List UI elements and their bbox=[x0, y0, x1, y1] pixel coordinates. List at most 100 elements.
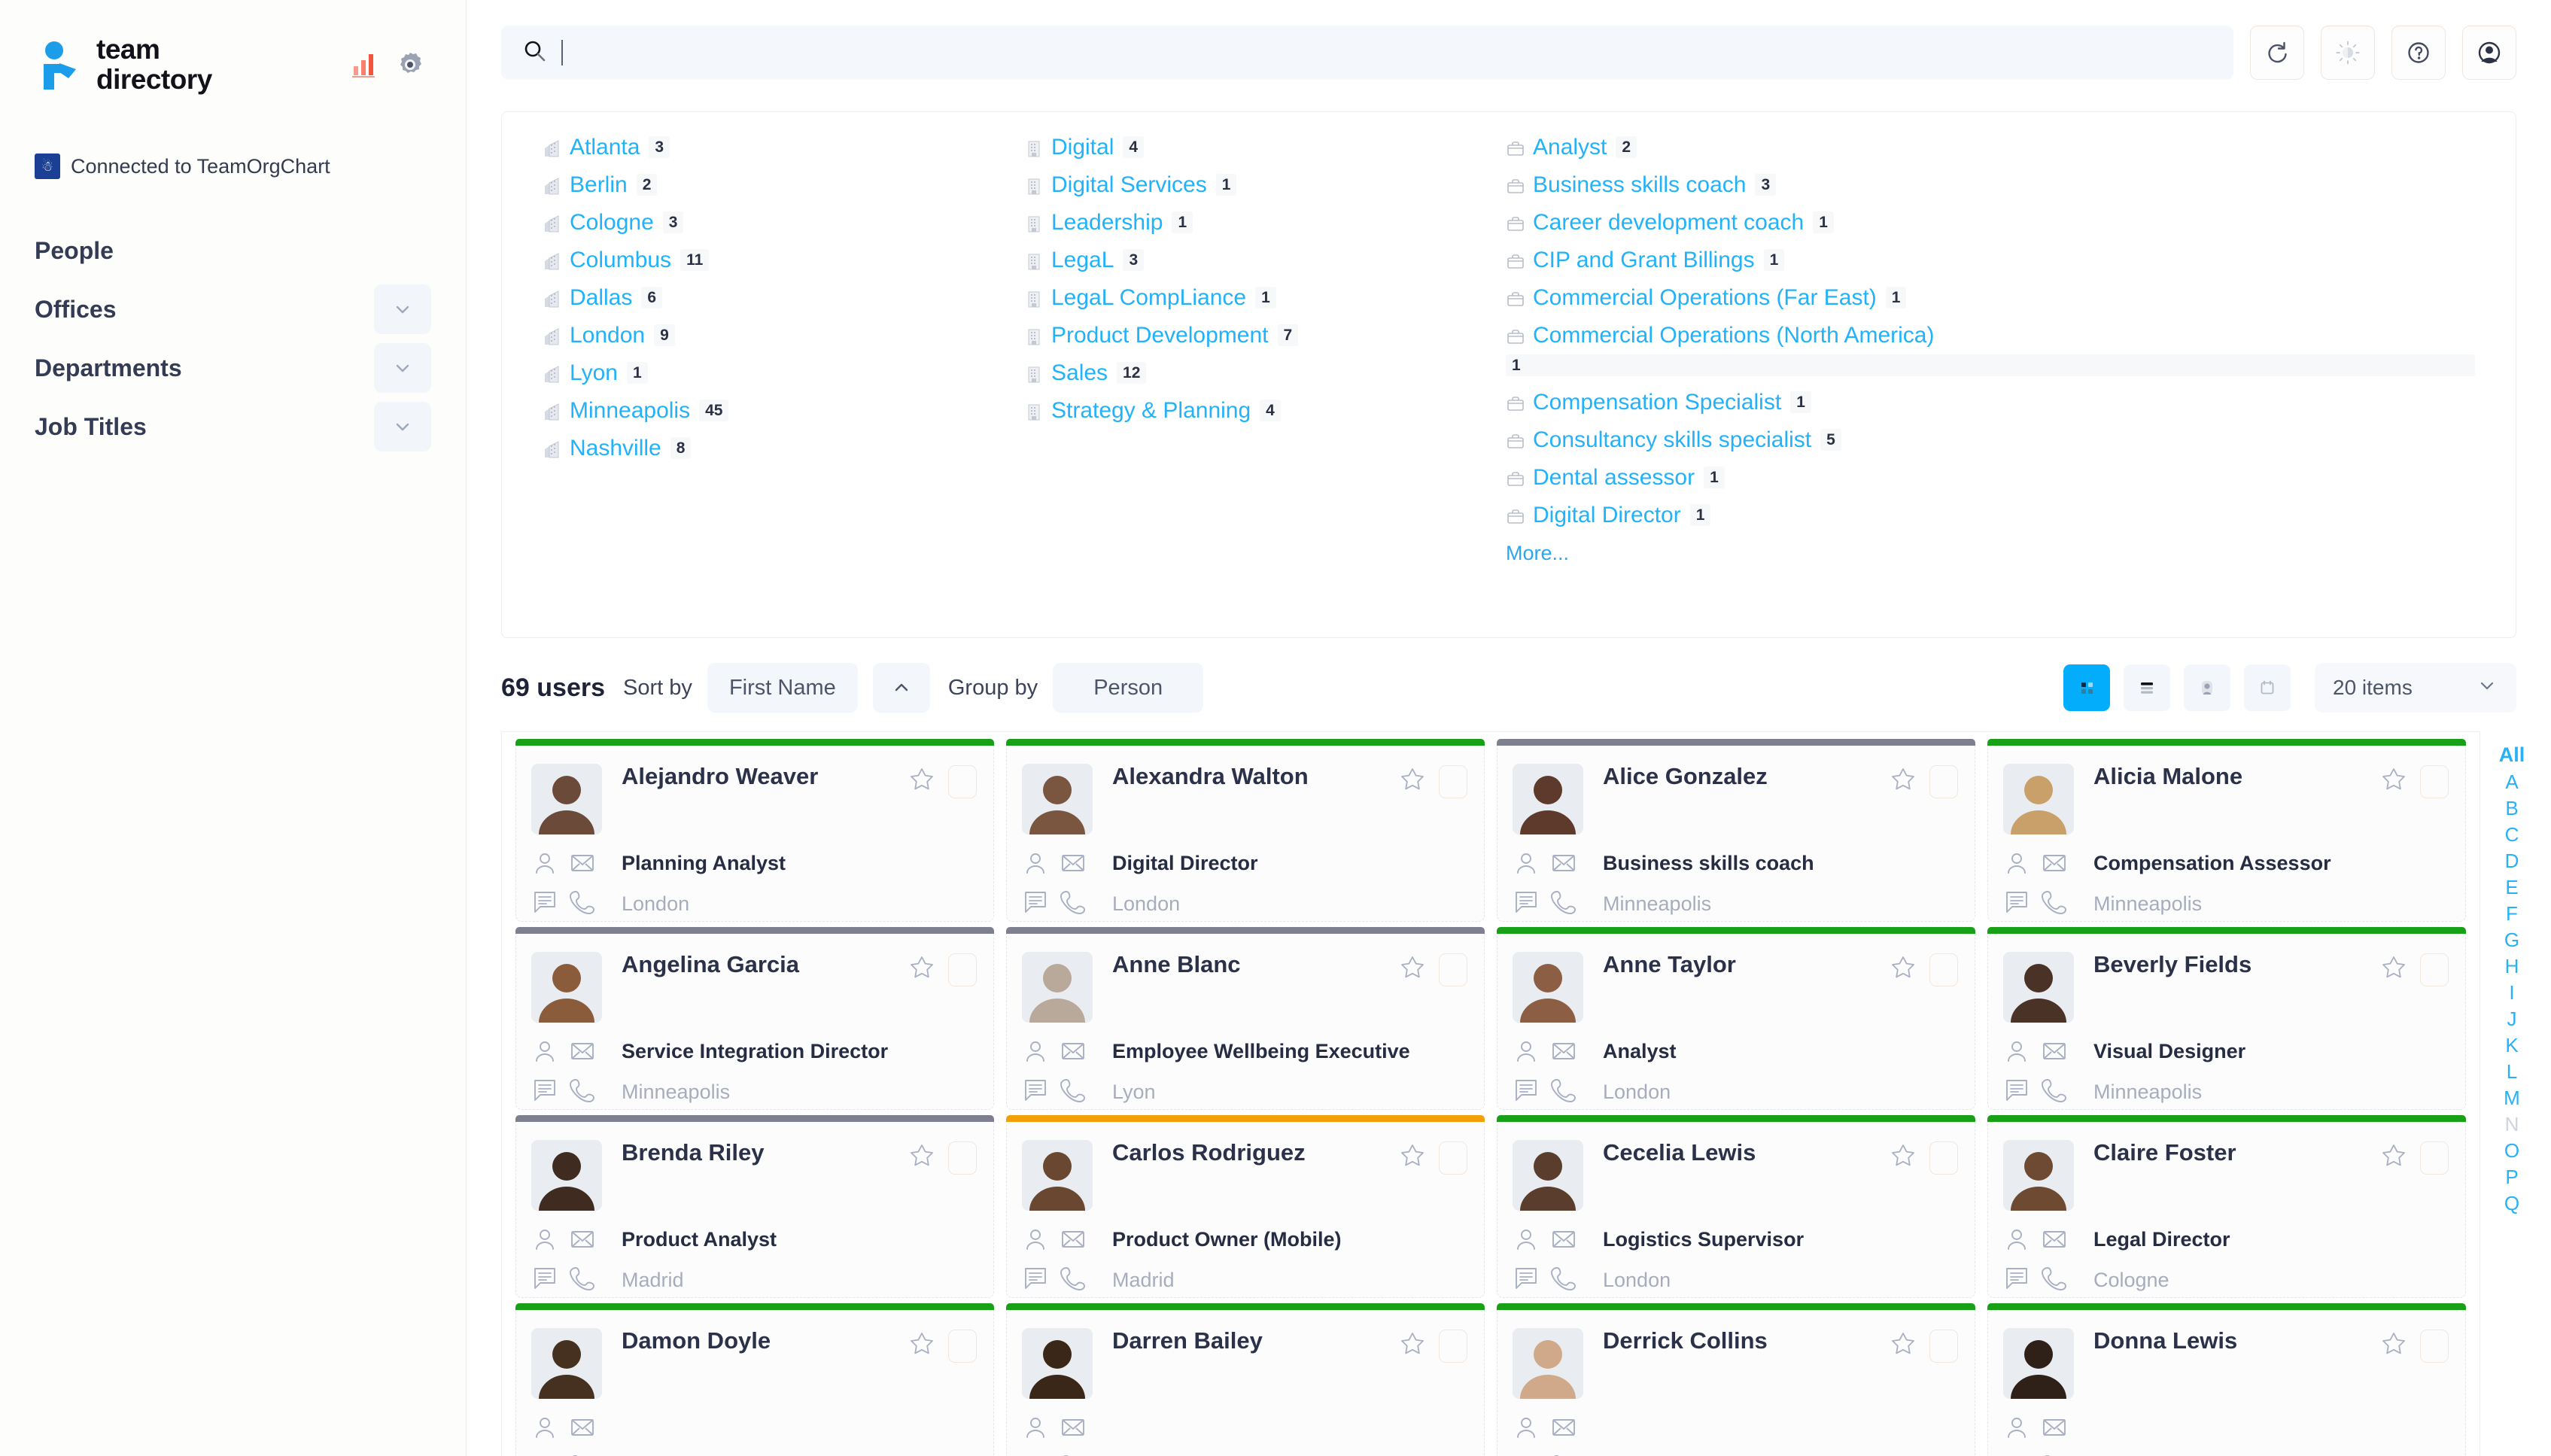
person-card[interactable]: Alicia Malone Compensation Assessor Minn… bbox=[1987, 739, 2466, 922]
profile-icon[interactable] bbox=[531, 1038, 558, 1068]
facet-item-department[interactable]: Leadership 1 bbox=[1024, 211, 1506, 234]
email-icon[interactable] bbox=[1550, 1038, 1577, 1068]
brand[interactable]: team directory bbox=[35, 30, 431, 99]
email-icon[interactable] bbox=[569, 1038, 596, 1068]
chat-icon[interactable] bbox=[1513, 888, 1540, 919]
chevron-down-icon[interactable] bbox=[374, 284, 431, 334]
chat-icon[interactable] bbox=[1513, 1264, 1540, 1295]
favorite-star-icon[interactable] bbox=[908, 953, 936, 982]
alpha-index-c[interactable]: C bbox=[2505, 825, 2519, 844]
phone-icon[interactable] bbox=[1060, 1264, 1087, 1295]
alpha-index-h[interactable]: H bbox=[2505, 956, 2519, 976]
favorite-star-icon[interactable] bbox=[2379, 1330, 2408, 1358]
select-checkbox[interactable] bbox=[2420, 1330, 2449, 1363]
select-checkbox[interactable] bbox=[1929, 1330, 1958, 1363]
email-icon[interactable] bbox=[1550, 1226, 1577, 1257]
profile-icon[interactable] bbox=[1022, 1038, 1049, 1068]
alpha-index-k[interactable]: K bbox=[2505, 1035, 2518, 1055]
email-icon[interactable] bbox=[569, 1226, 596, 1257]
page-size-select[interactable]: 20 items bbox=[2315, 663, 2516, 713]
email-icon[interactable] bbox=[1550, 1414, 1577, 1445]
phone-icon[interactable] bbox=[2041, 1452, 2068, 1456]
facet-item-department[interactable]: Sales 12 bbox=[1024, 362, 1506, 385]
phone-icon[interactable] bbox=[1060, 888, 1087, 919]
facet-item-department[interactable]: Digital 4 bbox=[1024, 136, 1506, 159]
email-icon[interactable] bbox=[1060, 850, 1087, 880]
profile-icon[interactable] bbox=[1022, 850, 1049, 880]
help-icon[interactable] bbox=[2391, 26, 2446, 80]
chat-icon[interactable] bbox=[2003, 888, 2030, 919]
facet-item-office[interactable]: Atlanta 3 bbox=[543, 136, 1024, 159]
favorite-star-icon[interactable] bbox=[1398, 1330, 1427, 1358]
chat-icon[interactable] bbox=[2003, 1264, 2030, 1295]
profile-icon[interactable] bbox=[1513, 1414, 1540, 1445]
chart-icon[interactable] bbox=[348, 50, 379, 80]
chat-icon[interactable] bbox=[531, 1264, 558, 1295]
alpha-index-p[interactable]: P bbox=[2505, 1167, 2518, 1187]
sidebar-item-people[interactable]: People bbox=[35, 221, 431, 280]
profile-icon[interactable] bbox=[2003, 1414, 2030, 1445]
person-card[interactable]: Brenda Riley Product Analyst Madrid bbox=[515, 1115, 994, 1298]
profile-icon[interactable] bbox=[1513, 1038, 1540, 1068]
favorite-star-icon[interactable] bbox=[908, 1141, 936, 1170]
profile-icon[interactable] bbox=[1022, 1226, 1049, 1257]
email-icon[interactable] bbox=[1060, 1414, 1087, 1445]
favorite-star-icon[interactable] bbox=[1398, 1141, 1427, 1170]
alpha-index-g[interactable]: G bbox=[2504, 930, 2519, 950]
email-icon[interactable] bbox=[569, 850, 596, 880]
profile-icon[interactable] bbox=[1513, 1226, 1540, 1257]
refresh-icon[interactable] bbox=[2250, 26, 2304, 80]
facet-item-job-title[interactable]: CIP and Grant Billings 1 bbox=[1506, 249, 2475, 272]
alpha-index-o[interactable]: O bbox=[2504, 1141, 2519, 1160]
alpha-index-b[interactable]: B bbox=[2505, 798, 2518, 818]
profile-view-icon[interactable] bbox=[2184, 664, 2230, 711]
chat-icon[interactable] bbox=[1022, 1076, 1049, 1107]
chat-icon[interactable] bbox=[1022, 1264, 1049, 1295]
facet-item-office[interactable]: Berlin 2 bbox=[543, 174, 1024, 196]
card-view-icon[interactable] bbox=[2244, 664, 2291, 711]
select-checkbox[interactable] bbox=[948, 765, 977, 798]
alpha-index-all[interactable]: All bbox=[2499, 745, 2525, 765]
chevron-down-icon[interactable] bbox=[374, 343, 431, 393]
sidebar-item-job-titles[interactable]: Job Titles bbox=[35, 397, 431, 456]
favorite-star-icon[interactable] bbox=[1889, 953, 1917, 982]
profile-icon[interactable] bbox=[1513, 850, 1540, 880]
favorite-star-icon[interactable] bbox=[1889, 765, 1917, 794]
facet-item-job-title[interactable]: Analyst 2 bbox=[1506, 136, 2475, 159]
phone-icon[interactable] bbox=[1550, 888, 1577, 919]
person-card[interactable]: Cecelia Lewis Logistics Supervisor Londo… bbox=[1497, 1115, 1975, 1298]
sidebar-item-offices[interactable]: Offices bbox=[35, 280, 431, 339]
facet-item-office[interactable]: London 9 bbox=[543, 324, 1024, 347]
select-checkbox[interactable] bbox=[1929, 1141, 1958, 1175]
phone-icon[interactable] bbox=[1060, 1452, 1087, 1456]
select-checkbox[interactable] bbox=[1439, 1141, 1467, 1175]
facet-item-job-title[interactable]: Commercial Operations (North America) 1 bbox=[1506, 324, 2475, 376]
phone-icon[interactable] bbox=[2041, 888, 2068, 919]
email-icon[interactable] bbox=[1060, 1226, 1087, 1257]
sort-direction-button[interactable] bbox=[872, 663, 930, 713]
email-icon[interactable] bbox=[2041, 1038, 2068, 1068]
select-checkbox[interactable] bbox=[2420, 1141, 2449, 1175]
person-card[interactable]: Donna Lewis bbox=[1987, 1303, 2466, 1456]
list-view-icon[interactable] bbox=[2124, 664, 2170, 711]
alpha-index-i[interactable]: I bbox=[2509, 983, 2514, 1002]
facet-item-office[interactable]: Dallas 6 bbox=[543, 287, 1024, 309]
phone-icon[interactable] bbox=[569, 1452, 596, 1456]
account-icon[interactable] bbox=[2462, 26, 2516, 80]
favorite-star-icon[interactable] bbox=[2379, 1141, 2408, 1170]
alpha-index-j[interactable]: J bbox=[2507, 1009, 2517, 1029]
sort-by-select[interactable]: First Name bbox=[707, 663, 858, 713]
person-card[interactable]: Derrick Collins bbox=[1497, 1303, 1975, 1456]
email-icon[interactable] bbox=[1550, 850, 1577, 880]
facet-item-job-title[interactable]: Compensation Specialist 1 bbox=[1506, 391, 2475, 414]
profile-icon[interactable] bbox=[531, 850, 558, 880]
phone-icon[interactable] bbox=[569, 888, 596, 919]
person-card[interactable]: Alexandra Walton Digital Director London bbox=[1006, 739, 1485, 922]
chevron-down-icon[interactable] bbox=[374, 402, 431, 451]
phone-icon[interactable] bbox=[569, 1076, 596, 1107]
person-card[interactable]: Alice Gonzalez Business skills coach Min… bbox=[1497, 739, 1975, 922]
profile-icon[interactable] bbox=[2003, 850, 2030, 880]
chat-icon[interactable] bbox=[2003, 1076, 2030, 1107]
gear-icon[interactable] bbox=[395, 50, 425, 80]
alpha-index-l[interactable]: L bbox=[2507, 1062, 2517, 1081]
